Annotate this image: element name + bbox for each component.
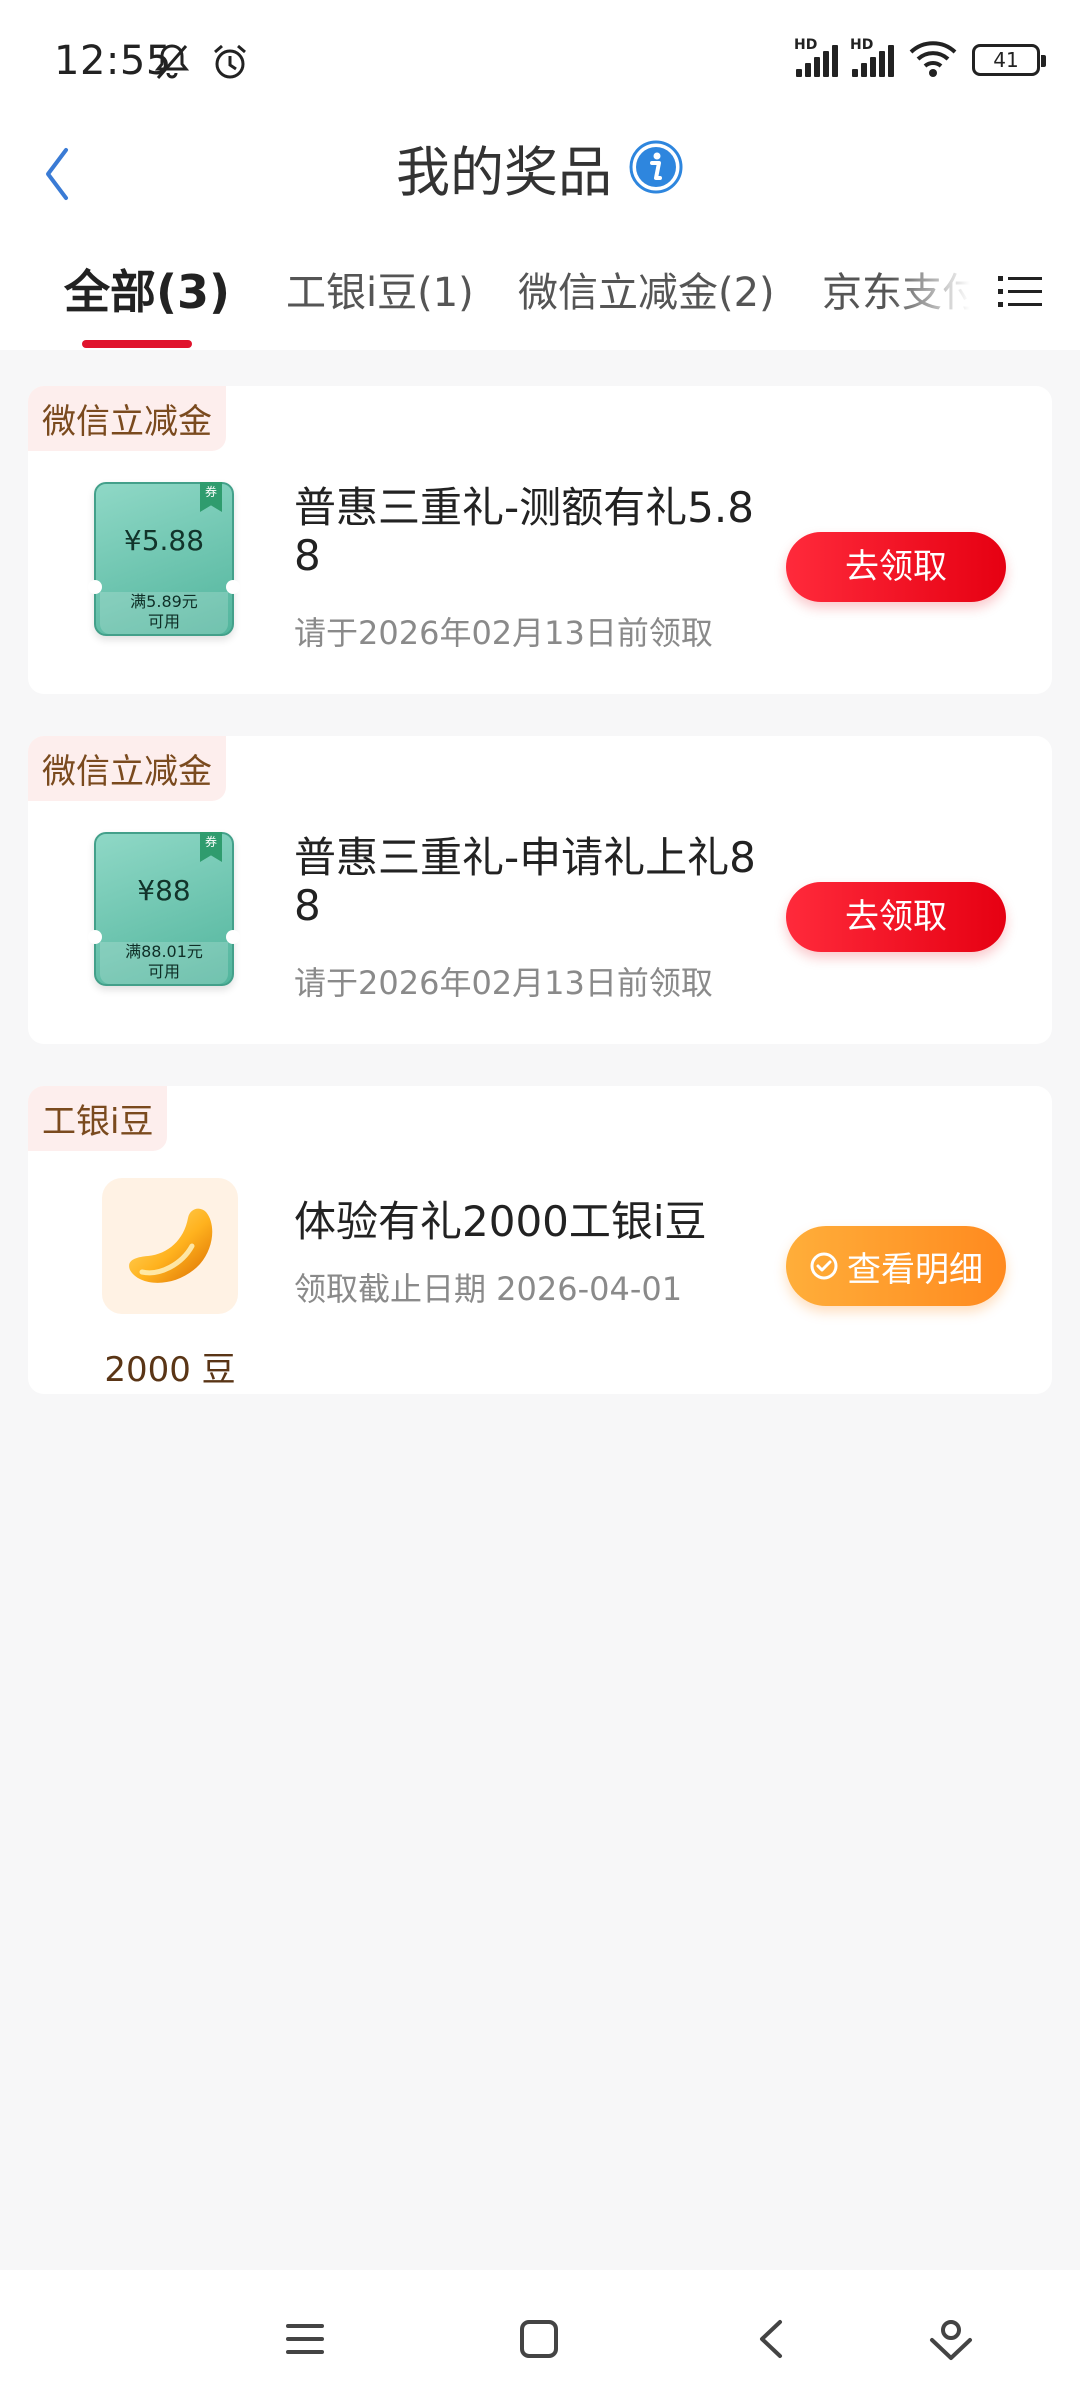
hd-signal-icon: HD [850, 37, 894, 77]
wifi-icon [909, 41, 957, 77]
prize-title: 普惠三重礼-申请礼上礼8 8 [294, 833, 756, 930]
coupon-amount: ¥5.88 [123, 524, 205, 557]
prize-card: 微信立减金 券 ¥5.88 满5.89元 可用 普惠三重礼-测额有礼5.8 8 … [28, 386, 1052, 694]
bean-amount-caption: 2000 豆 [104, 1350, 236, 1390]
back-chevron-icon[interactable] [748, 2314, 798, 2364]
tab-active-indicator [82, 340, 192, 348]
tab-wechat[interactable]: 微信立减金(2) [518, 260, 775, 318]
claim-button[interactable]: 去领取 [786, 882, 1006, 952]
prize-deadline: 请于2026年02月13日前领取 [294, 964, 713, 1002]
status-bar: 12:55 HD HD 41 [0, 0, 1080, 120]
claim-button[interactable]: 去领取 [786, 532, 1006, 602]
mute-bell-icon [154, 44, 190, 79]
coupon-image: 券 ¥88 满88.01元 可用 [88, 832, 240, 986]
coupon-flag: 券 [200, 482, 222, 512]
status-right: HD HD 41 [794, 37, 1046, 80]
prize-type-tag: 工银i豆 [28, 1086, 168, 1151]
menu-icon[interactable] [280, 2314, 330, 2364]
list-menu-icon [998, 276, 1042, 307]
view-details-button[interactable]: 查看明细 [786, 1226, 1006, 1306]
coupon-condition: 满88.01元 可用 [100, 942, 228, 984]
coupon-image: 券 ¥5.88 满5.89元 可用 [88, 482, 240, 636]
nav-bar: 我的奖品 [0, 120, 1080, 240]
tab-fade [890, 240, 990, 350]
page: 12:55 HD HD 41 我的奖品 全部(3) 工银i豆(1) 微信立减金(… [0, 0, 1080, 2400]
prize-card: 微信立减金 券 ¥88 满88.01元 可用 普惠三重礼-申请礼上礼8 8 请于… [28, 736, 1052, 1044]
coupon-condition: 满5.89元 可用 [100, 592, 228, 634]
coupon-flag: 券 [200, 832, 222, 862]
title-group: 我的奖品 [0, 120, 1080, 240]
info-icon[interactable] [628, 139, 684, 195]
prize-type-tag: 微信立减金 [28, 386, 226, 451]
tab-bar: 全部(3) 工银i豆(1) 微信立减金(2) 京东支付 [0, 240, 1080, 350]
tab-all[interactable]: 全部(3) [64, 256, 230, 322]
bean-icon [129, 1208, 213, 1283]
page-title: 我的奖品 [396, 140, 612, 204]
tab-menu-button[interactable] [992, 262, 1052, 322]
prize-card: 工银i豆 2000 豆 体验有礼2000工银i豆 领取截止日期 2026-04-… [28, 1086, 1052, 1394]
tab-ibean[interactable]: 工银i豆(1) [286, 260, 474, 318]
view-details-label: 查看明细 [847, 1250, 983, 1289]
coupon-amount: ¥88 [137, 874, 191, 907]
home-square-icon[interactable] [514, 2314, 564, 2364]
prize-title: 普惠三重礼-测额有礼5.8 8 [294, 483, 754, 580]
prize-deadline: 领取截止日期 2026-04-01 [294, 1270, 683, 1308]
hd-signal-icon: HD [794, 37, 838, 77]
prize-type-tag: 微信立减金 [28, 736, 226, 801]
check-circle-icon [810, 1252, 838, 1280]
system-nav-bar [0, 2270, 1080, 2400]
status-left-icons [150, 40, 252, 84]
alarm-icon [214, 44, 246, 79]
bean-image [102, 1178, 238, 1314]
battery-icon: 41 [972, 44, 1046, 76]
assistant-icon[interactable] [926, 2314, 976, 2364]
prize-deadline: 请于2026年02月13日前领取 [294, 614, 713, 652]
prize-title: 体验有礼2000工银i豆 [294, 1197, 707, 1246]
